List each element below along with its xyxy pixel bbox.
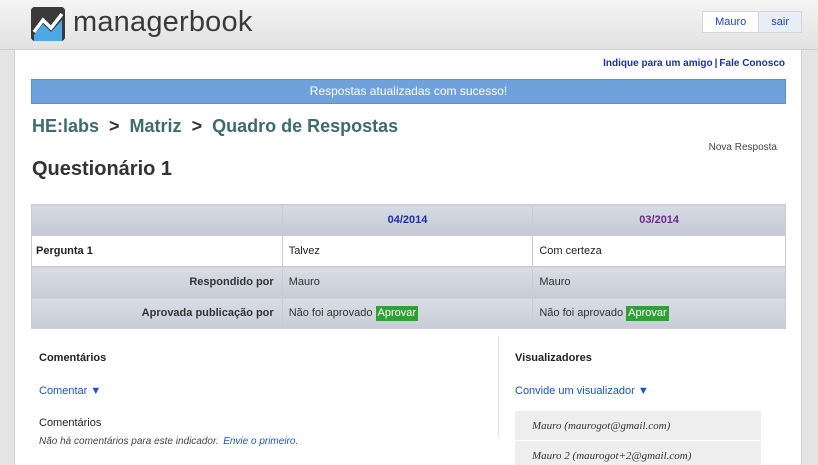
table-header-row: 04/2014 03/2014 (31, 204, 786, 236)
breadcrumb-separator: > (109, 116, 120, 136)
section-divider (498, 336, 499, 438)
viewers-title: Visualizadores (515, 352, 592, 364)
table-row: Pergunta 1 Talvez Com certeza (31, 235, 786, 267)
breadcrumb-item-matrix[interactable]: Matriz (130, 116, 182, 136)
approve-button[interactable]: Aprovar (626, 305, 669, 321)
page-title: Questionário 1 (32, 158, 173, 180)
comments-section: Comentários Comentar ▼ Comentários Não h… (39, 352, 479, 449)
brand-name[interactable]: managerbook (73, 6, 253, 39)
flash-message: Respostas atualizadas com sucesso! (31, 79, 786, 104)
list-item: Mauro 2 (maurogot+2@gmail.com) (515, 441, 761, 465)
answered-by-label: Respondido por (31, 266, 283, 298)
comments-title: Comentários (39, 352, 107, 364)
contact-link[interactable]: Fale Conosco (719, 58, 785, 69)
user-name-link[interactable]: Mauro (703, 12, 758, 32)
approve-button[interactable]: Aprovar (375, 305, 419, 321)
approval-cell: Não foi aprovado Aprovar (532, 297, 786, 329)
list-item: Mauro (maurogot@gmail.com) (515, 411, 761, 441)
invite-friend-link[interactable]: Indique para um amigo (603, 58, 712, 69)
comments-empty-text: Não há comentários para este indicador. (39, 436, 219, 447)
logout-link[interactable]: sair (758, 12, 801, 32)
managerbook-logo-icon[interactable] (31, 7, 65, 41)
comment-button[interactable]: Comentar ▼ (39, 385, 101, 397)
question-label: Pergunta 1 (31, 235, 283, 267)
top-links: Indique para um amigo | Fale Conosco (603, 58, 785, 69)
approval-cell: Não foi aprovado Aprovar (281, 297, 534, 329)
content-panel: Indique para um amigo | Fale Conosco Respo… (14, 50, 802, 465)
breadcrumb-item-current: Quadro de Respostas (212, 116, 399, 136)
viewers-section: Visualizadores Convide um visualizador ▼ (515, 352, 765, 399)
table-header-empty (31, 204, 283, 236)
table-row: Respondido por Mauro Mauro (31, 266, 786, 298)
column-header: 04/2014 (281, 204, 534, 236)
user-menu: Mauro sair (702, 11, 802, 33)
approval-label: Aprovada publicação por (31, 297, 283, 329)
table-row: Aprovada publicação por Não foi aprovado… (31, 297, 786, 329)
send-first-comment-link[interactable]: Envie o primeiro. (223, 436, 298, 447)
answer-cell: Com certeza (532, 235, 786, 267)
approval-status: Não foi aprovado (288, 306, 373, 319)
responses-table: 04/2014 03/2014 Pergunta 1 Talvez Com ce… (31, 204, 786, 329)
comments-subtitle: Comentários (39, 417, 102, 429)
invite-viewer-button[interactable]: Convide um visualizador ▼ (515, 385, 649, 397)
breadcrumb-separator: > (191, 116, 203, 136)
answer-cell: Talvez (281, 235, 534, 267)
column-header: 03/2014 (532, 204, 786, 236)
top-bar: managerbook Mauro sair (0, 0, 818, 50)
answered-by-cell: Mauro (532, 266, 786, 298)
comments-empty-row: Não há comentários para este indicador. … (39, 431, 479, 449)
viewers-list: Mauro (maurogot@gmail.com) Mauro 2 (maur… (515, 411, 761, 465)
answered-by-cell: Mauro (281, 266, 534, 298)
breadcrumb-item-company[interactable]: HE:labs (32, 116, 99, 136)
new-response-link[interactable]: Nova Resposta (709, 142, 777, 153)
breadcrumb: HE:labs > Matriz > Quadro de Respostas (32, 116, 398, 137)
approval-status: Não foi aprovado (539, 306, 624, 319)
